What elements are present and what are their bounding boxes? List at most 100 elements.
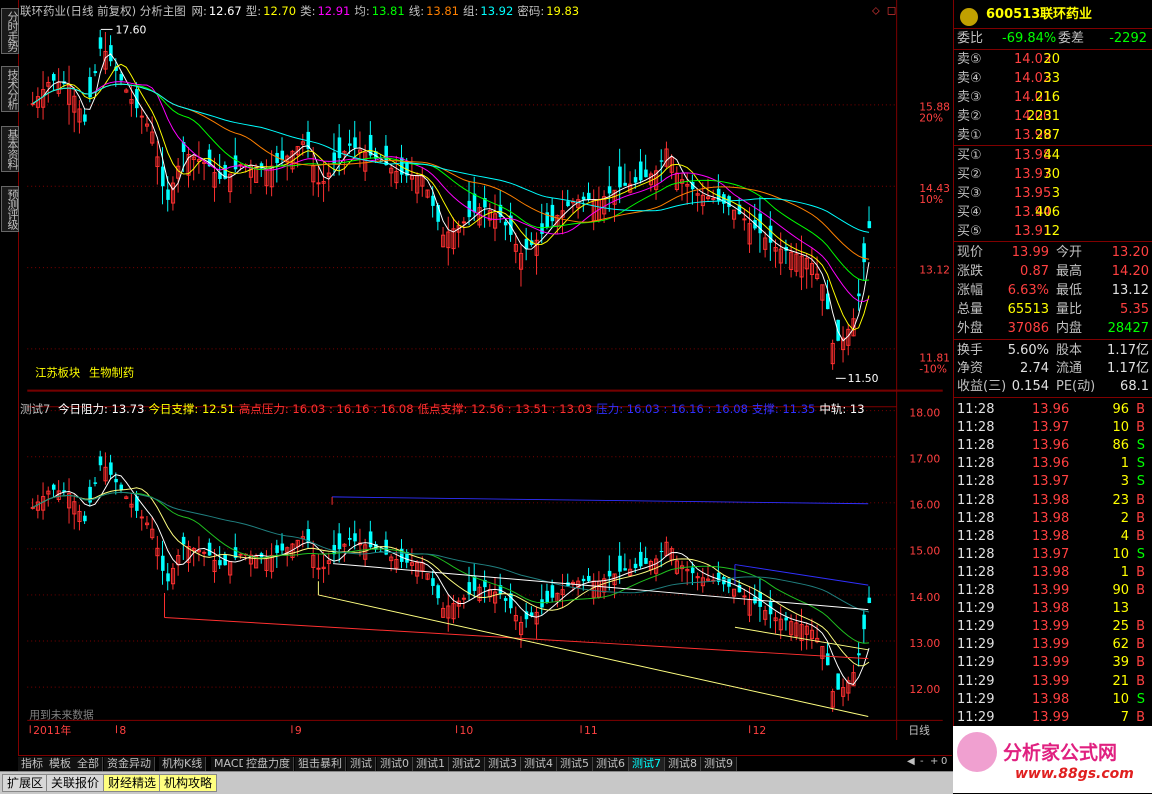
candle-body bbox=[836, 673, 840, 690]
indicator-tab[interactable]: 测试7 bbox=[629, 757, 665, 771]
candle-body bbox=[659, 550, 664, 553]
candle-body bbox=[618, 555, 622, 572]
candle-body bbox=[711, 198, 716, 200]
candle-body bbox=[644, 558, 648, 564]
stock-name: 联环药业 bbox=[1040, 7, 1093, 22]
tick-row: 11:28 13.98 4 B bbox=[957, 528, 1145, 544]
tab-finance-picks[interactable]: 财经精选 bbox=[103, 774, 162, 792]
tab-technical[interactable]: 技术分析 bbox=[1, 66, 19, 112]
indicator-tab[interactable]: 指标 bbox=[18, 757, 47, 771]
candle-body bbox=[337, 533, 342, 550]
indicator-tab[interactable]: 测试9 bbox=[701, 757, 737, 771]
ma-value: 19.83 bbox=[546, 4, 580, 18]
ask-row: 卖① 13.99 287 bbox=[957, 128, 1060, 143]
pct-label-10: 10% bbox=[919, 193, 943, 206]
candle-body bbox=[836, 319, 840, 341]
candle-body bbox=[332, 152, 337, 165]
svg-text:17.60: 17.60 bbox=[115, 23, 146, 36]
indicator-value: 今日支撑: 12.51 bbox=[148, 402, 235, 416]
zoom-in-icon[interactable]: + bbox=[930, 756, 938, 767]
indicator-values: 今日阻力: 13.73 今日支撑: 12.51 高点压力: 16.03 : 16.1… bbox=[58, 402, 869, 416]
tab-timeshare[interactable]: 分时走势 bbox=[1, 8, 19, 54]
candle-body bbox=[109, 45, 113, 62]
stock-logo-icon bbox=[960, 8, 978, 26]
indicator-tab[interactable]: 资金异动 bbox=[104, 757, 155, 771]
indicator-value: 支撑: 11.35 bbox=[751, 402, 816, 416]
ma-label: 网: bbox=[191, 4, 207, 18]
tab-fundamentals[interactable]: 基本资料 bbox=[1, 126, 19, 172]
tab-expand-area[interactable]: 扩展区 bbox=[2, 774, 49, 792]
indicator-tab[interactable]: 测试8 bbox=[665, 757, 701, 771]
scroll-left-icon[interactable]: ◀ bbox=[907, 756, 915, 767]
candle-body bbox=[161, 166, 165, 187]
indicator-tab[interactable]: 测试2 bbox=[449, 757, 485, 771]
kline-chart[interactable]: 15.88 20% 14.43 10% 13.12 11.81 -10% 18.… bbox=[18, 0, 952, 740]
bid-row: 买③ 13.95 3 bbox=[957, 186, 1060, 201]
fund-row: 净资 2.74 流通 1.17亿 bbox=[957, 361, 1149, 376]
ind-label-17: 17.00 bbox=[909, 453, 940, 466]
candle-body bbox=[348, 537, 352, 540]
ma-legend: 网: 12.67 型: 12.70 类: 12.91 均: 13.81 线: 13.81 组: 13.… bbox=[191, 4, 583, 18]
candle-body bbox=[275, 545, 279, 553]
indicator-tab[interactable]: 测试3 bbox=[485, 757, 521, 771]
fund-row: 换手 5.60% 股本 1.17亿 bbox=[957, 343, 1149, 358]
ma-value: 12.70 bbox=[263, 4, 297, 18]
stock-code: 600513 bbox=[986, 7, 1041, 22]
candle-body bbox=[114, 478, 118, 483]
indicator-value: 今日阻力: 13.73 bbox=[57, 402, 145, 416]
stat-row: 总量 65513 量比 5.35 bbox=[957, 302, 1149, 317]
candle-body bbox=[581, 578, 586, 582]
stat-row: 涨幅 6.63% 最低 13.12 bbox=[957, 283, 1149, 298]
indicator-tab[interactable]: 测试5 bbox=[557, 757, 593, 771]
candle-body bbox=[109, 462, 113, 475]
candle-body bbox=[51, 74, 56, 81]
indicator-tab[interactable]: 测试4 bbox=[521, 757, 557, 771]
indicator-tab[interactable]: 测试1 bbox=[413, 757, 449, 771]
indicator-tab[interactable]: 机构K线 bbox=[159, 757, 207, 771]
indicator-tab[interactable]: 控盘力度 bbox=[243, 757, 294, 771]
candle-body bbox=[461, 221, 466, 224]
indicator-pane bbox=[30, 450, 872, 717]
candle-body bbox=[353, 533, 357, 542]
candle-body bbox=[166, 573, 170, 582]
candle-body bbox=[867, 221, 872, 229]
indicator-ma-line bbox=[32, 474, 870, 685]
industry-label: 生物制药 bbox=[89, 365, 134, 379]
candle-body bbox=[587, 575, 591, 582]
svg-text:11.50: 11.50 bbox=[848, 372, 879, 385]
indicator-tab[interactable]: 测试6 bbox=[593, 757, 629, 771]
ma-label: 均: bbox=[354, 4, 370, 18]
candle-body bbox=[540, 599, 544, 608]
weibi-row: 委比 -69.84% 委差 -2292 bbox=[957, 31, 1147, 46]
indicator-header: 测试7 今日阻力: 13.73 今日支撑: 12.51 高点压力: 16.03 : … bbox=[20, 401, 873, 416]
ma-value: 12.91 bbox=[317, 4, 351, 18]
expand-marker[interactable]: ◇ bbox=[872, 6, 880, 17]
indicator-tab[interactable]: 测试 bbox=[347, 757, 376, 771]
candle-body bbox=[540, 223, 544, 234]
indicator-tab[interactable]: 狙击暴利 bbox=[295, 757, 346, 771]
tick-row: 11:28 13.97 10 S bbox=[957, 546, 1145, 562]
candle-body bbox=[581, 196, 586, 200]
indicator-tab[interactable]: 全部 bbox=[74, 757, 103, 771]
zoom-reset-icon[interactable]: 0 bbox=[941, 756, 947, 767]
tick-row: 11:28 13.96 1 S bbox=[957, 456, 1145, 472]
left-tab-bar: 分时走势 技术分析 基本资料 预测评级 bbox=[0, 0, 19, 770]
candle-body bbox=[461, 597, 466, 600]
indicator-value: 低点支撑: 12.56 : 13.51 : 13.03 bbox=[417, 402, 593, 416]
zoom-out-icon[interactable]: - bbox=[920, 756, 924, 767]
candle-body bbox=[83, 114, 87, 122]
close-marker[interactable]: □ bbox=[887, 6, 896, 17]
tab-related-quotes[interactable]: 关联报价 bbox=[46, 774, 105, 792]
indicator-tab-bar: 指标 模板 全部 资金异动 机构K线 MACD 控盘力度 狙击暴利 测试 测试0 测试1 测试2 测试3… bbox=[18, 755, 952, 772]
ask-row: 卖④ 14.02 33 bbox=[957, 71, 1060, 86]
tab-forecast[interactable]: 预测评级 bbox=[1, 186, 19, 232]
candle-body bbox=[280, 150, 285, 160]
tab-institution-strategy[interactable]: 机构攻略 bbox=[159, 774, 218, 792]
stock-title: 600513 联环药业 bbox=[954, 6, 1152, 28]
candle-body bbox=[436, 585, 440, 599]
indicator-tab[interactable]: 模板 bbox=[46, 757, 75, 771]
indicator-tab[interactable]: 测试0 bbox=[377, 757, 413, 771]
ma-label: 类: bbox=[300, 4, 316, 18]
logo-url: www.88gs.com bbox=[1015, 766, 1134, 782]
scroll-controls[interactable]: ◀ - + 0 bbox=[905, 756, 953, 771]
